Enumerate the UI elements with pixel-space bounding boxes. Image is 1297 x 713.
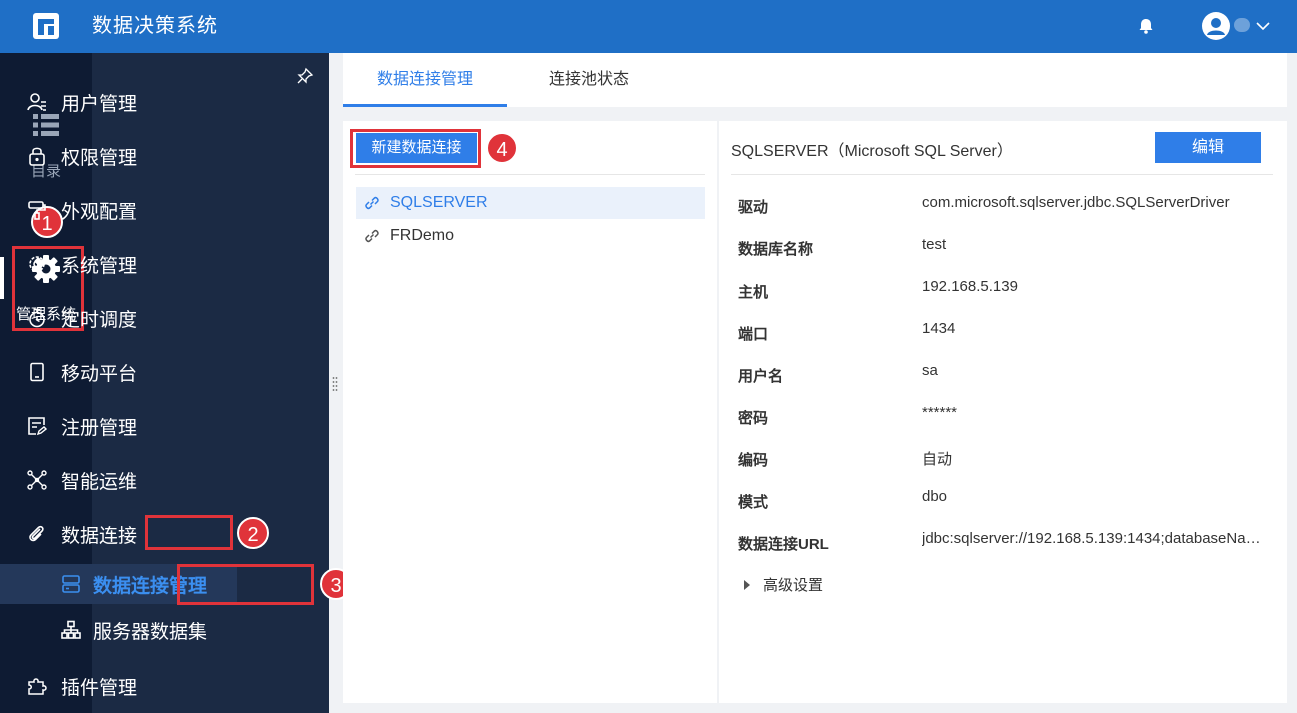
prop-value-encoding: 自动 — [922, 451, 953, 468]
submenu-item-server-dataset[interactable]: 服务器数据集 — [0, 610, 237, 650]
prop-label-username: 用户名 — [738, 368, 784, 385]
paperclip-icon — [29, 525, 44, 542]
prop-value-port: 1434 — [922, 320, 956, 337]
menu-item-users[interactable]: 用户管理 — [0, 82, 237, 122]
menu-item-label: 插件管理 — [61, 677, 138, 699]
user-avatar-icon[interactable] — [1202, 12, 1230, 40]
menu-item-label: 权限管理 — [61, 147, 138, 169]
caret-right-icon — [744, 579, 750, 590]
link-icon — [365, 229, 379, 243]
submenu-item-label: 服务器数据集 — [93, 621, 208, 643]
menu-item-appearance[interactable]: 外观配置 — [0, 190, 237, 230]
menu-item-label: 智能运维 — [61, 471, 138, 493]
menu-item-permissions[interactable]: 权限管理 — [0, 136, 237, 176]
gear-icon — [29, 256, 45, 272]
prop-value-schema: dbo — [922, 488, 948, 505]
annotation-box-connection-manage — [177, 564, 314, 605]
menu-item-label: 注册管理 — [61, 417, 138, 439]
detail-divider — [731, 174, 1273, 175]
menu-item-system[interactable]: 系统管理 — [0, 244, 237, 284]
menu-item-plugins[interactable]: 插件管理 — [0, 666, 237, 706]
prop-value-password: ****** — [922, 404, 958, 421]
puzzle-icon — [28, 678, 47, 695]
menu-item-label: 系统管理 — [61, 255, 138, 277]
prop-value-username: sa — [922, 362, 938, 379]
chevron-down-icon[interactable] — [1254, 17, 1272, 35]
annotation-badge-4: 4 — [486, 132, 518, 164]
user-icon — [27, 93, 46, 111]
bell-icon[interactable] — [1137, 17, 1155, 35]
detail-title: SQLSERVER（Microsoft SQL Server） — [731, 143, 1013, 160]
lock-icon — [29, 147, 45, 166]
prop-label-database: 数据库名称 — [738, 241, 814, 258]
register-icon — [28, 417, 47, 436]
menu-item-label: 数据连接 — [61, 525, 138, 547]
tab-pool-status[interactable]: 连接池状态 — [526, 53, 652, 107]
prop-label-host: 主机 — [738, 284, 769, 301]
fr-logo[interactable] — [33, 13, 59, 39]
annotation-box-new-button — [350, 129, 481, 168]
panel-resize-handle[interactable] — [332, 376, 338, 392]
app-title: 数据决策系统 — [92, 15, 218, 37]
connection-name: SQLSERVER — [390, 194, 488, 211]
menu-item-label: 定时调度 — [61, 309, 138, 331]
prop-value-database: test — [922, 236, 947, 253]
advanced-settings-toggle[interactable]: 高级设置 — [744, 574, 823, 595]
tab-connection-manage[interactable]: 数据连接管理 — [343, 53, 507, 107]
prop-label-driver: 驱动 — [738, 199, 769, 216]
paint-roller-icon — [28, 201, 46, 220]
list-divider — [355, 174, 705, 175]
prop-label-password: 密码 — [738, 410, 769, 427]
edit-button[interactable]: 编辑 — [1155, 132, 1261, 163]
tab-bar: 数据连接管理 连接池状态 — [343, 53, 1287, 107]
username-blurred[interactable] — [1234, 18, 1250, 32]
menu-item-register[interactable]: 注册管理 — [0, 406, 237, 446]
prop-label-encoding: 编码 — [738, 452, 769, 469]
link-icon — [365, 196, 379, 210]
connection-item-frdemo[interactable]: FRDemo — [356, 220, 705, 252]
prop-label-url: 数据连接URL — [738, 536, 829, 553]
menu-item-mobile[interactable]: 移动平台 — [0, 352, 237, 392]
prop-label-port: 端口 — [738, 326, 769, 343]
annotation-badge-2: 2 — [237, 517, 269, 549]
stopwatch-icon — [29, 308, 45, 328]
tablet-icon — [30, 362, 44, 382]
menu-item-schedule[interactable]: 定时调度 — [0, 298, 237, 338]
connection-item-sqlserver[interactable]: SQLSERVER — [356, 187, 705, 219]
prop-value-driver: com.microsoft.sqlserver.jdbc.SQLServerDr… — [922, 194, 1230, 211]
connection-name: FRDemo — [390, 227, 455, 244]
menu-item-label: 用户管理 — [61, 93, 138, 115]
prop-label-schema: 模式 — [738, 494, 769, 511]
advanced-settings-label: 高级设置 — [763, 577, 824, 594]
menu-item-label: 外观配置 — [61, 201, 138, 223]
prop-value-host: 192.168.5.139 — [922, 278, 1018, 295]
dataset-icon — [61, 620, 81, 639]
nodes-icon — [27, 470, 47, 490]
menu-item-label: 移动平台 — [61, 363, 138, 385]
db-connection-icon — [62, 575, 80, 593]
annotation-box-data-connection — [145, 515, 233, 550]
pin-icon[interactable] — [296, 67, 314, 85]
menu-item-ops[interactable]: 智能运维 — [0, 460, 237, 500]
prop-value-url: jdbc:sqlserver://192.168.5.139:1434;data… — [922, 530, 1267, 547]
top-bar: 数据决策系统 — [0, 0, 1297, 53]
